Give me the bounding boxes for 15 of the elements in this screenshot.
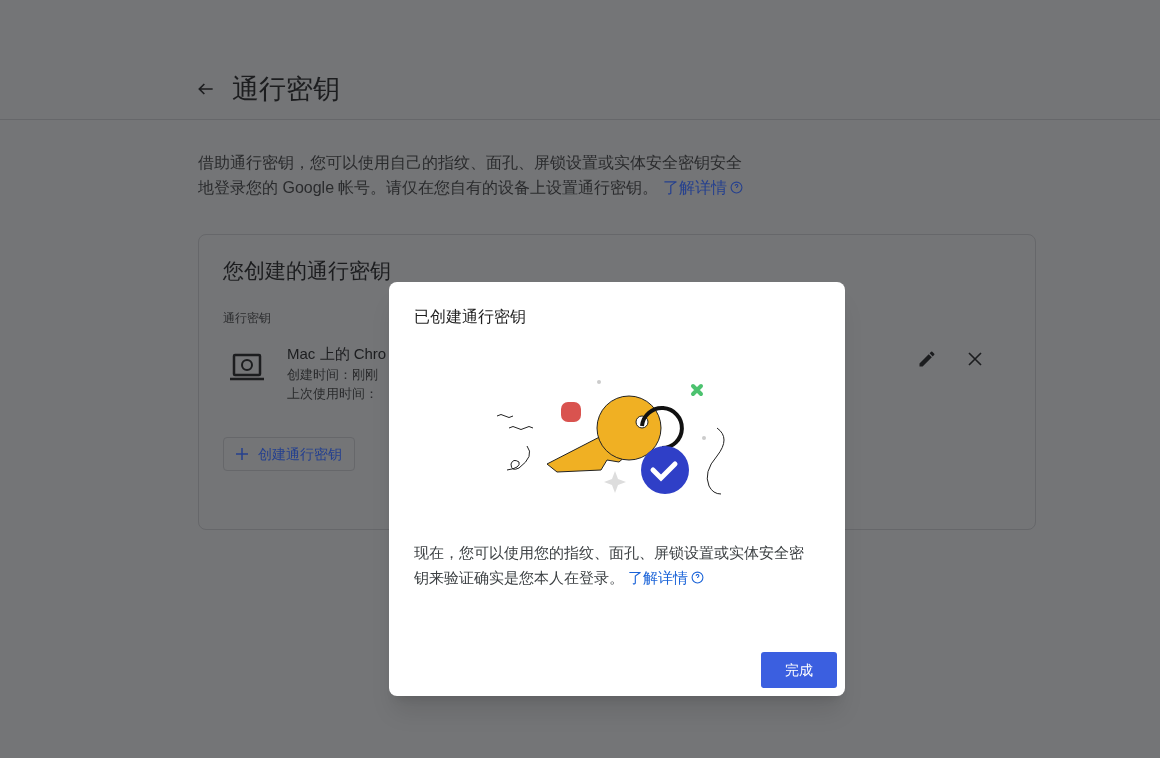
card-title: 您创建的通行密钥 <box>223 258 392 284</box>
dialog-title: 已创建通行密钥 <box>414 307 527 327</box>
section-label: 通行密钥 <box>223 310 271 327</box>
dialog-body-text: 现在，您可以使用您的指纹、面孔、屏锁设置或实体安全密钥来验证确实是您本人在登录。 了解详情 <box>414 540 814 590</box>
help-icon <box>691 571 705 584</box>
help-icon <box>729 181 743 194</box>
plus-icon <box>236 448 248 460</box>
done-button[interactable]: 完成 <box>761 652 837 688</box>
page-title: 通行密钥 <box>232 73 340 106</box>
last-used-time: 上次使用时间： <box>287 385 379 403</box>
description-text: 借助通行密钥，您可以使用自己的指纹、面孔、屏锁设置或实体安全密钥安全地登录您的 Google 帐号。请仅在您自有的设备上设置通行密钥。 了解详情 <box>198 150 748 200</box>
dialog-learn-more-link[interactable]: 了解详情 <box>628 565 705 590</box>
created-time: 创建时间：刚刚 <box>287 366 379 384</box>
passkey-name: Mac 上的 Chro <box>287 344 387 364</box>
laptop-icon <box>229 353 265 381</box>
